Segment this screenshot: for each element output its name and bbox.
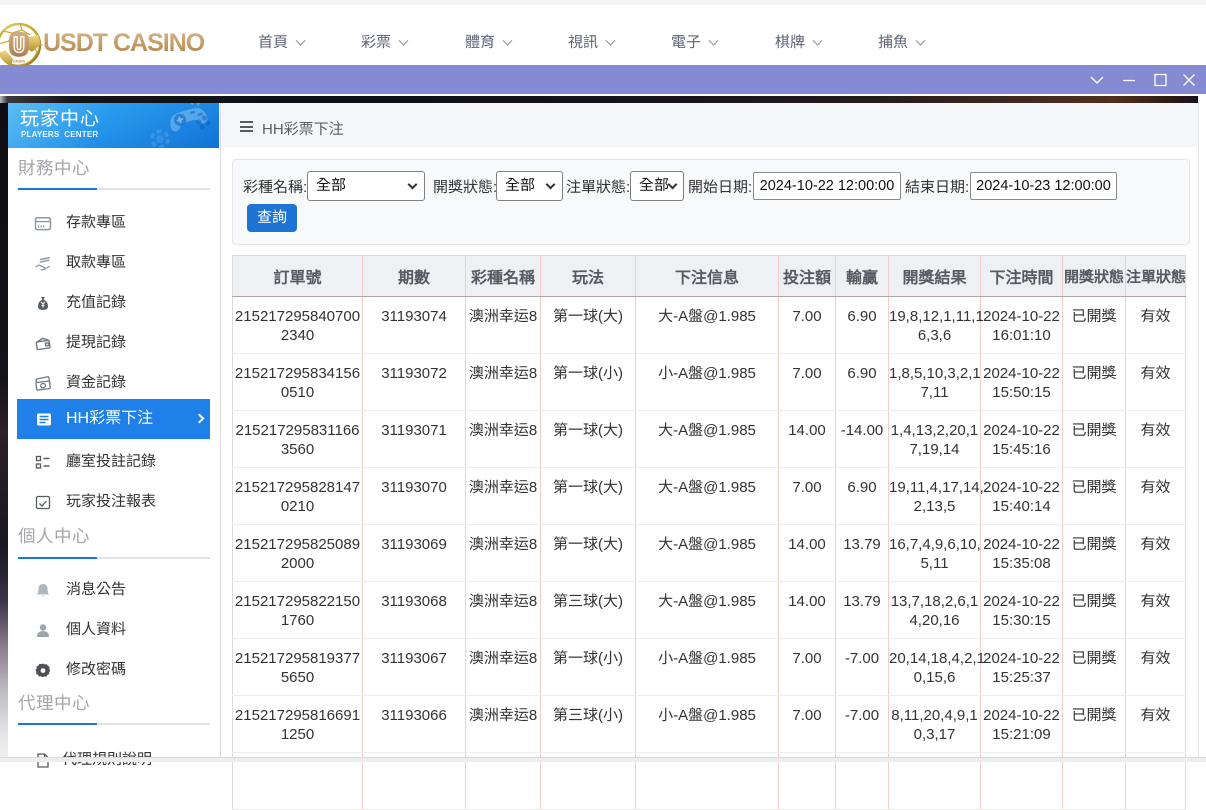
- svg-text:CASINO: CASINO: [13, 59, 26, 63]
